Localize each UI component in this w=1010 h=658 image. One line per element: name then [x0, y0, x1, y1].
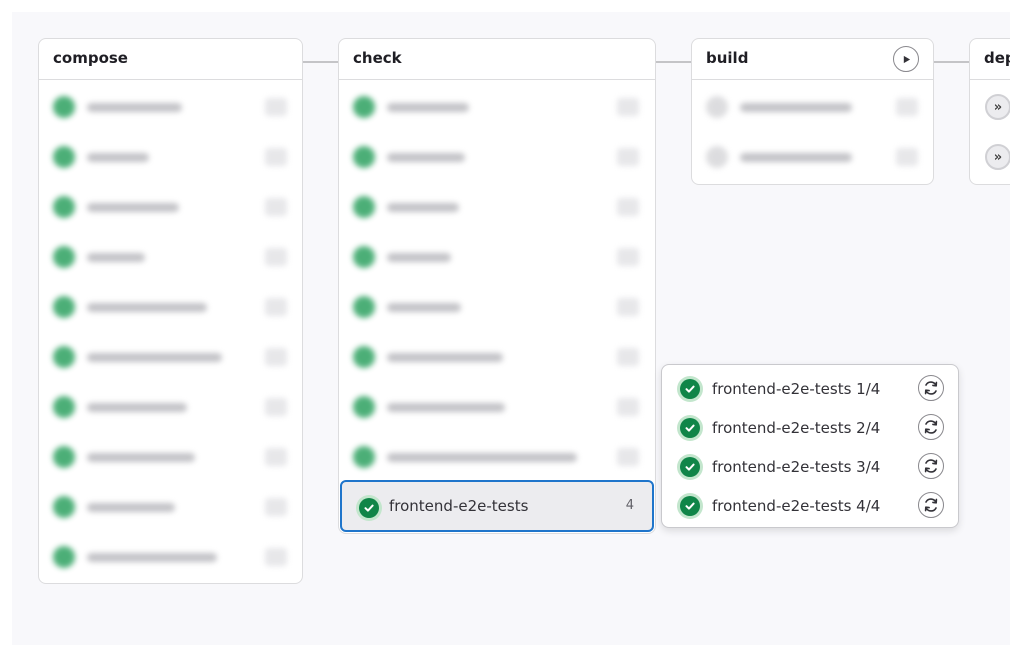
job-item[interactable] — [47, 339, 287, 375]
retry-icon[interactable] — [918, 453, 944, 479]
status-icon — [53, 196, 75, 218]
status-icon — [53, 146, 75, 168]
status-icon — [53, 446, 75, 468]
status-icon — [53, 496, 75, 518]
status-icon — [706, 146, 728, 168]
chevron-double-right-icon[interactable]: » — [985, 94, 1010, 120]
check-circle-icon — [356, 495, 382, 521]
job-item[interactable] — [347, 439, 641, 475]
stage-title: dep — [984, 49, 1010, 67]
parallel-job-name: frontend-e2e-tests 1/4 — [712, 380, 881, 398]
parallel-jobs-dropdown: frontend-e2e-tests 1/4 frontend-e2e-test… — [661, 364, 959, 528]
stage-title: check — [353, 49, 402, 67]
divider — [970, 79, 1010, 80]
retry-icon[interactable] — [918, 375, 944, 401]
job-item[interactable] — [47, 439, 287, 475]
job-item[interactable] — [347, 389, 641, 425]
stage-title: compose — [53, 49, 128, 67]
job-item[interactable] — [47, 289, 287, 325]
status-icon — [706, 96, 728, 118]
stage-connector — [933, 61, 969, 63]
parallel-job-name: frontend-e2e-tests 2/4 — [712, 419, 881, 437]
retry-icon[interactable] — [918, 414, 944, 440]
job-group-count: 4 — [625, 498, 634, 513]
play-icon[interactable] — [893, 46, 919, 72]
job-item[interactable] — [347, 289, 641, 325]
parallel-job-name: frontend-e2e-tests 3/4 — [712, 458, 881, 476]
job-item[interactable] — [47, 389, 287, 425]
job-item[interactable] — [47, 239, 287, 275]
parallel-job-item[interactable]: frontend-e2e-tests 4/4 — [662, 485, 958, 524]
divider — [692, 79, 933, 80]
parallel-job-item[interactable]: frontend-e2e-tests 2/4 — [662, 407, 958, 446]
status-icon — [353, 396, 375, 418]
stage-check: check — [338, 38, 656, 534]
job-item[interactable] — [347, 139, 641, 175]
status-icon — [53, 546, 75, 568]
job-item[interactable] — [347, 339, 641, 375]
retry-icon[interactable] — [918, 492, 944, 518]
check-circle-icon — [677, 415, 703, 441]
stage-connector — [655, 61, 691, 63]
chevron-double-right-icon[interactable]: » — [985, 144, 1010, 170]
check-circle-icon — [677, 493, 703, 519]
stage-deploy: dep » » — [969, 38, 1010, 185]
job-item[interactable] — [700, 139, 920, 175]
job-item[interactable] — [47, 139, 287, 175]
status-icon — [353, 146, 375, 168]
parallel-job-name: frontend-e2e-tests 4/4 — [712, 497, 881, 515]
status-icon — [353, 446, 375, 468]
status-icon — [353, 296, 375, 318]
check-circle-icon — [677, 454, 703, 480]
divider — [39, 79, 302, 80]
stage-compose: compose — [38, 38, 303, 584]
divider — [339, 79, 655, 80]
job-group-frontend-e2e-tests[interactable]: frontend-e2e-tests 4 — [340, 480, 654, 532]
status-icon — [53, 96, 75, 118]
parallel-job-item[interactable]: frontend-e2e-tests 1/4 — [662, 368, 958, 407]
job-item[interactable] — [47, 539, 287, 575]
status-icon — [353, 96, 375, 118]
stage-build: build — [691, 38, 934, 185]
status-icon — [353, 196, 375, 218]
job-group-name: frontend-e2e-tests — [389, 497, 529, 515]
job-item[interactable] — [347, 239, 641, 275]
stage-connector — [302, 61, 338, 63]
status-icon — [53, 396, 75, 418]
status-icon — [53, 346, 75, 368]
parallel-job-item[interactable]: frontend-e2e-tests 3/4 — [662, 446, 958, 485]
status-icon — [53, 246, 75, 268]
job-item[interactable] — [700, 89, 920, 125]
check-circle-icon — [677, 376, 703, 402]
job-item[interactable] — [347, 89, 641, 125]
job-item[interactable] — [47, 89, 287, 125]
status-icon — [353, 246, 375, 268]
pipeline-graph: compose check frontend-e2e-tests 4 build… — [12, 12, 1010, 645]
status-icon — [353, 346, 375, 368]
status-icon — [53, 296, 75, 318]
stage-title: build — [706, 49, 749, 67]
job-item[interactable] — [347, 189, 641, 225]
job-item[interactable] — [47, 489, 287, 525]
job-item[interactable] — [47, 189, 287, 225]
